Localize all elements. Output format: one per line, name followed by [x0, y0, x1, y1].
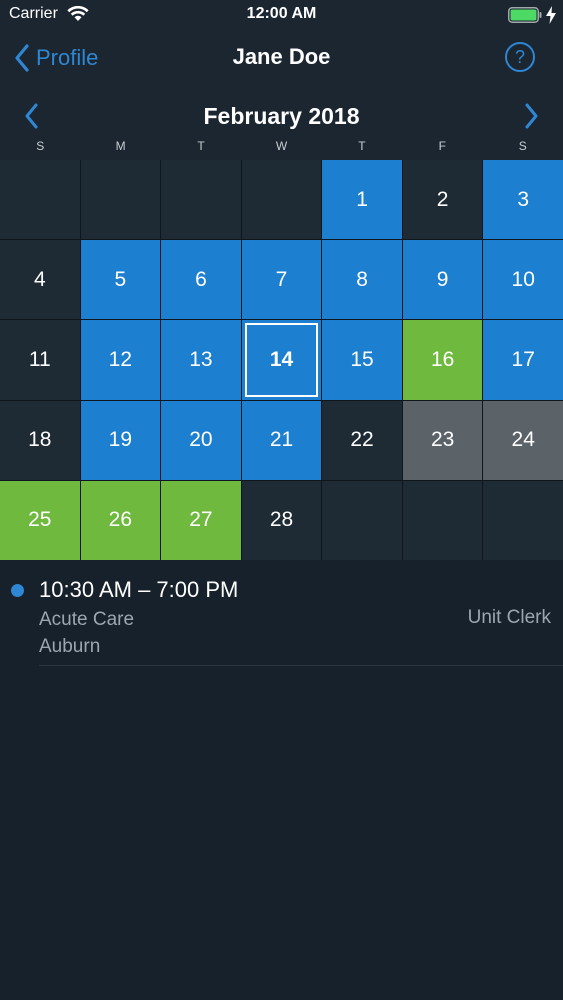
navigation-bar: Profile Jane Doe ?: [0, 30, 563, 86]
calendar-empty-cell: [402, 480, 483, 560]
calendar-day-28[interactable]: 28: [241, 480, 322, 560]
calendar-day-14[interactable]: 14: [241, 320, 322, 400]
calendar-day-24[interactable]: 24: [483, 400, 563, 480]
event-department: Acute Care: [39, 609, 135, 630]
calendar-day-7[interactable]: 7: [241, 240, 322, 320]
calendar-day-9[interactable]: 9: [402, 240, 483, 320]
event-item[interactable]: 10:30 AM – 7:00 PM Acute Care Auburn Uni…: [0, 560, 563, 666]
weekday-label: T: [358, 139, 366, 153]
calendar-day-2[interactable]: 2: [402, 160, 483, 240]
weekday-label: F: [438, 139, 446, 153]
calendar-day-19[interactable]: 19: [80, 400, 161, 480]
calendar-empty-cell: [161, 160, 241, 240]
calendar-day-26[interactable]: 26: [80, 480, 161, 560]
calendar-day-21[interactable]: 21: [241, 400, 322, 480]
next-month-button[interactable]: [523, 102, 541, 130]
weekday-header: S M T W T F S: [0, 139, 563, 155]
calendar-day-11[interactable]: 11: [0, 320, 80, 400]
event-role: Unit Clerk: [467, 607, 551, 628]
status-bar: Carrier 12:00 AM: [0, 0, 563, 30]
calendar-day-10[interactable]: 10: [483, 240, 563, 320]
page-title: Jane Doe: [232, 44, 331, 69]
calendar-empty-cell: [80, 160, 161, 240]
calendar-day-13[interactable]: 13: [161, 320, 241, 400]
calendar-day-15[interactable]: 15: [322, 320, 402, 400]
calendar-day-8[interactable]: 8: [322, 240, 402, 320]
calendar-header: February 2018 S M T W T F S: [0, 86, 563, 160]
charging-bolt-icon: [546, 6, 556, 24]
weekday-label: W: [275, 139, 288, 153]
divider: [39, 665, 563, 666]
event-location: Auburn: [39, 636, 101, 657]
calendar-day-12[interactable]: 12: [80, 320, 161, 400]
weekday-label: M: [115, 139, 126, 153]
weekday-label: S: [36, 139, 45, 153]
calendar-day-22[interactable]: 22: [322, 400, 402, 480]
calendar-day-16[interactable]: 16: [402, 320, 483, 400]
calendar-day-4[interactable]: 4: [0, 240, 80, 320]
calendar-empty-cell: [0, 160, 80, 240]
battery-icon: [508, 7, 542, 23]
weekday-label: T: [197, 139, 205, 153]
status-time: 12:00 AM: [246, 5, 317, 22]
calendar-day-3[interactable]: 3: [483, 160, 563, 240]
calendar-empty-cell: [322, 480, 402, 560]
help-button[interactable]: ?: [505, 42, 535, 72]
event-dot-icon: [11, 584, 24, 597]
calendar-day-23[interactable]: 23: [402, 400, 483, 480]
calendar-day-5[interactable]: 5: [80, 240, 161, 320]
calendar-day-6[interactable]: 6: [161, 240, 241, 320]
event-time: 10:30 AM – 7:00 PM: [39, 577, 239, 602]
event-list: 10:30 AM – 7:00 PM Acute Care Auburn Uni…: [0, 560, 563, 666]
calendar-day-20[interactable]: 20: [161, 400, 241, 480]
month-label: February 2018: [203, 103, 360, 129]
calendar-day-25[interactable]: 25: [0, 480, 80, 560]
calendar-empty-cell: [483, 480, 563, 560]
calendar-grid: 1 2 3 4 5 6 7 8 9 10 11 12 13 14 15 16 17 18 19 20 21 22 23 24 2…: [0, 160, 563, 560]
calendar-day-18[interactable]: 18: [0, 400, 80, 480]
weekday-label: S: [518, 139, 527, 153]
calendar-day-17[interactable]: 17: [483, 320, 563, 400]
calendar-day-1[interactable]: 1: [322, 160, 402, 240]
calendar-empty-cell: [241, 160, 322, 240]
calendar-day-27[interactable]: 27: [161, 480, 241, 560]
